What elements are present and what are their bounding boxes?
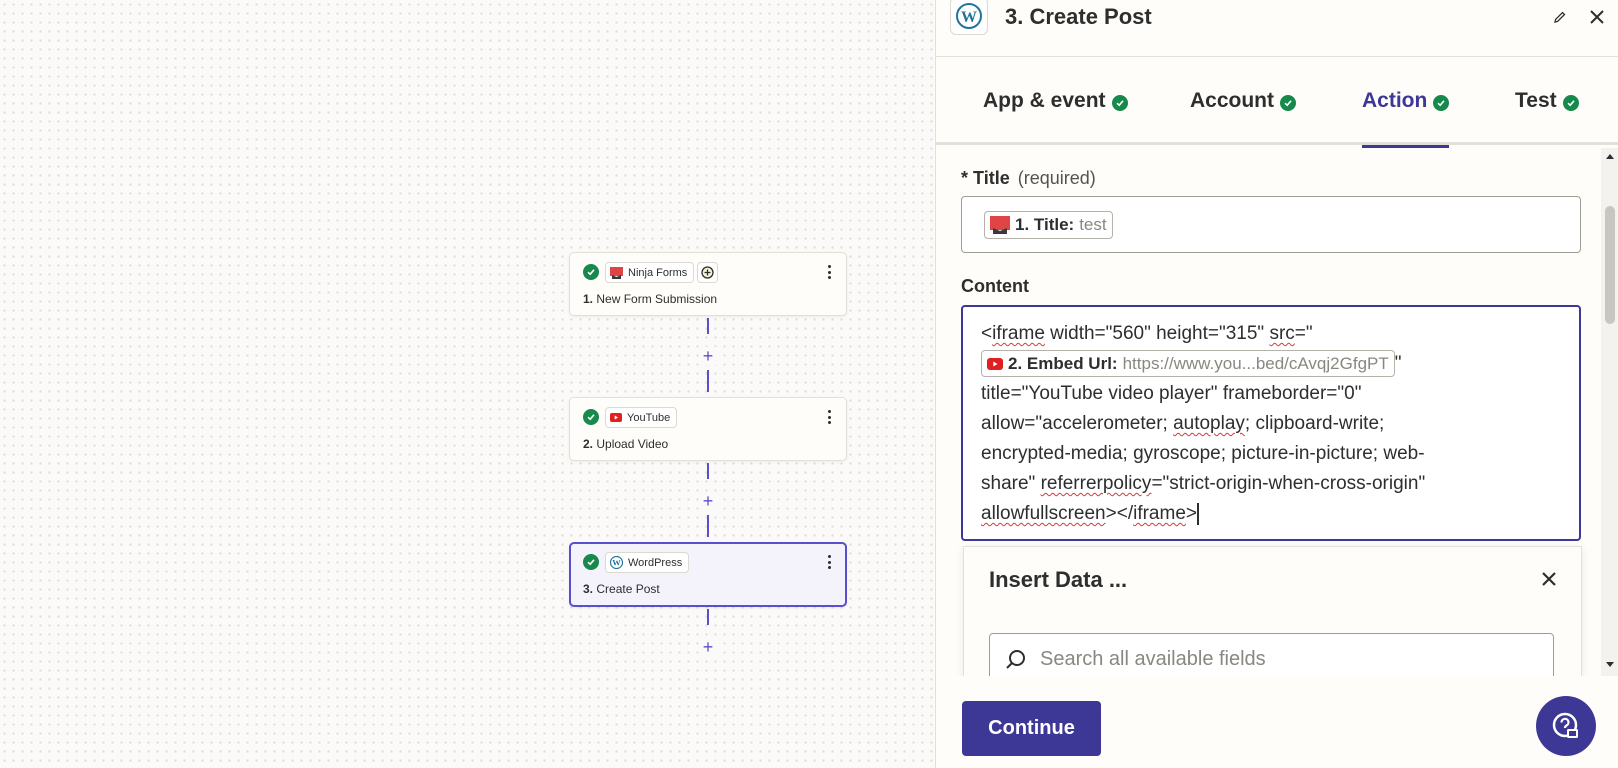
connector-line (707, 370, 709, 392)
panel-header: W 3. Create Post (936, 0, 1618, 57)
tab-label: App & event (983, 89, 1106, 112)
youtube-icon (987, 357, 1003, 370)
step-node-1[interactable]: Ninja Forms 1. New Form Submission (569, 252, 847, 316)
step-node-3[interactable]: W WordPress 3. Create Post (569, 542, 847, 607)
step-tabs: App & event Account Action Test (936, 57, 1618, 148)
tab-action[interactable]: Action (1362, 57, 1450, 148)
tab-app-event[interactable]: App & event (983, 57, 1128, 145)
pill-value: https://www.you...bed/cAvqj2GfgPT (1122, 353, 1389, 373)
wordpress-icon: W (950, 0, 988, 35)
app-chip-wordpress: W WordPress (605, 552, 690, 573)
svg-text:W: W (612, 558, 621, 568)
ninja-forms-icon (610, 266, 623, 279)
more-icon[interactable] (824, 408, 834, 426)
scroll-thumb[interactable] (1605, 206, 1615, 324)
content-line: allowfullscreen></iframe> (981, 502, 1200, 525)
check-icon (583, 554, 599, 570)
connector-line (707, 463, 709, 479)
check-icon (1433, 95, 1450, 111)
tab-account[interactable]: Account (1190, 57, 1296, 145)
content-line: <iframe width="560" height="315" src=" (981, 323, 1313, 344)
app-chip-ninja-forms: Ninja Forms (605, 262, 695, 283)
tab-label: Test (1515, 89, 1557, 112)
check-icon (1111, 95, 1128, 111)
check-icon (583, 409, 599, 425)
workflow-canvas[interactable]: Ninja Forms 1. New Form Submission + You… (0, 0, 935, 768)
pill-label: 2. Embed Url: (1008, 353, 1118, 373)
pill-value: test (1079, 215, 1107, 234)
connector-line (707, 318, 709, 334)
check-icon (1280, 95, 1296, 111)
pencil-icon[interactable] (1549, 6, 1571, 28)
more-icon[interactable] (824, 553, 834, 571)
continue-button[interactable]: Continue (962, 701, 1101, 756)
tab-test[interactable]: Test (1515, 57, 1579, 145)
text-caret (1197, 502, 1200, 525)
content-line: allow="accelerometer; autoplay; clipboar… (981, 413, 1385, 434)
app-name: YouTube (627, 411, 671, 424)
insert-data-popover: Insert Data ... (963, 546, 1582, 676)
tab-label: Account (1190, 89, 1274, 112)
search-input[interactable] (1040, 634, 1540, 676)
content-line: 2. Embed Url: https://www.you...bed/cAvq… (981, 349, 1561, 379)
check-icon (1562, 95, 1579, 111)
embed-url-data-pill[interactable]: 2. Embed Url: https://www.you...bed/cAvq… (981, 350, 1395, 378)
youtube-icon (610, 413, 622, 422)
form-body: * Title (required) 1. Title: test Content… (936, 148, 1601, 676)
help-icon[interactable] (1536, 696, 1596, 756)
app-chip-youtube: YouTube (605, 407, 678, 428)
svg-text:W: W (961, 9, 977, 26)
connector-line (707, 515, 709, 537)
close-icon[interactable] (1539, 569, 1561, 591)
close-icon[interactable] (1586, 6, 1608, 28)
title-data-pill[interactable]: 1. Title: test (984, 211, 1113, 239)
step-title: 2. Upload Video (583, 437, 669, 451)
add-step-icon[interactable]: + (699, 347, 717, 365)
ninja-forms-icon (990, 216, 1010, 234)
scroll-up-icon[interactable] (1606, 154, 1614, 159)
content-line: share" referrerpolicy="strict-origin-whe… (981, 473, 1426, 494)
tab-label: Action (1362, 89, 1428, 112)
pill-label: 1. Title: (1015, 215, 1075, 234)
scrollbar[interactable] (1601, 148, 1618, 676)
add-path-icon[interactable] (697, 262, 718, 283)
connector-line (707, 609, 709, 625)
title-field-label: * Title (required) (961, 168, 1096, 188)
check-icon (583, 264, 599, 280)
app-name: WordPress (628, 556, 683, 569)
step-title: 1. New Form Submission (583, 292, 718, 306)
more-icon[interactable] (824, 263, 834, 281)
search-field (989, 633, 1554, 676)
app-name: Ninja Forms (628, 266, 688, 279)
step-node-2[interactable]: YouTube 2. Upload Video (569, 397, 847, 461)
content-line: encrypted-media; gyroscope; picture-in-p… (981, 443, 1425, 464)
title-field[interactable]: 1. Title: test (961, 196, 1581, 253)
scroll-down-icon[interactable] (1606, 662, 1614, 667)
step-title: 3. Create Post (583, 582, 660, 596)
panel-footer: Continue (936, 676, 1618, 768)
panel-title: 3. Create Post (1005, 4, 1152, 29)
step-editor-panel: W 3. Create Post App & event Account Act… (935, 0, 1618, 768)
content-text: " (1394, 353, 1402, 374)
content-line: title="YouTube video player" frameborder… (981, 383, 1362, 404)
content-field-label: Content (961, 276, 1029, 296)
insert-data-title: Insert Data ... (989, 567, 1128, 592)
search-icon (1004, 648, 1028, 676)
add-step-icon[interactable]: + (699, 638, 717, 656)
wordpress-icon: W (610, 556, 623, 569)
content-field[interactable]: <iframe width="560" height="315" src=" 2… (961, 305, 1581, 541)
add-step-icon[interactable]: + (699, 492, 717, 510)
